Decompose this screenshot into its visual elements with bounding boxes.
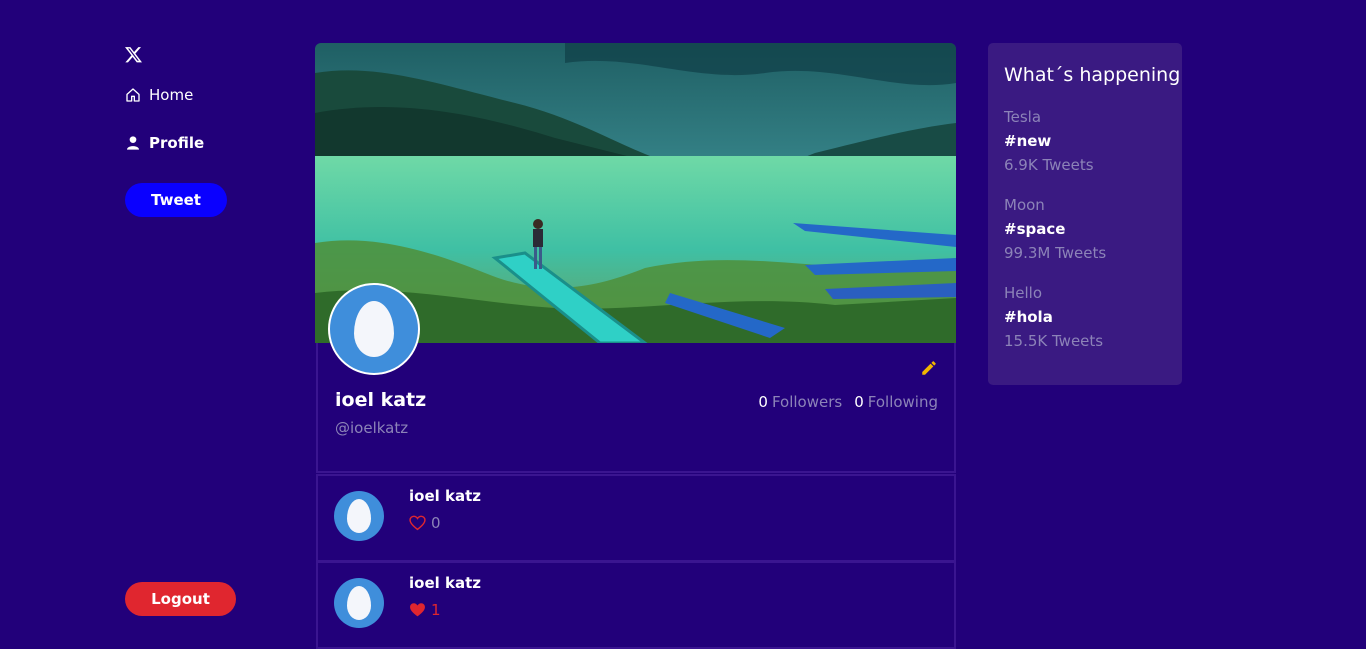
trend-topic: Hello xyxy=(1004,284,1043,302)
logout-button[interactable]: Logout xyxy=(125,582,236,616)
following-label[interactable]: Following xyxy=(868,393,938,411)
nav-profile[interactable]: Profile xyxy=(125,134,204,152)
follow-stats: 0 Followers 0 Following xyxy=(758,393,938,411)
trend-hashtag[interactable]: #hola xyxy=(1004,308,1103,326)
profile-card: ioel katz @ioelkatz 0 Followers 0 Follow… xyxy=(316,283,956,473)
trend-topic: Moon xyxy=(1004,196,1045,214)
egg-avatar-icon xyxy=(347,499,371,533)
followers-count: 0 xyxy=(758,393,768,411)
trend-tweet-count: 15.5K Tweets xyxy=(1004,332,1104,350)
nav-home-label: Home xyxy=(149,86,194,104)
trends-title: What´s happening xyxy=(1004,64,1181,86)
tweet-avatar xyxy=(334,578,384,628)
trend-hashtag[interactable]: #space xyxy=(1004,220,1106,238)
heart-outline-icon xyxy=(409,515,426,531)
tweet-avatar xyxy=(334,491,384,541)
trend-tweet-count: 6.9K Tweets xyxy=(1004,156,1094,174)
egg-avatar-icon xyxy=(354,301,394,357)
trend-hashtag[interactable]: #new xyxy=(1004,132,1094,150)
profile-avatar[interactable] xyxy=(328,283,420,375)
tweet-item[interactable]: ioel katz 0 xyxy=(316,474,956,562)
nav-home[interactable]: Home xyxy=(125,86,193,104)
followers-label[interactable]: Followers xyxy=(772,393,842,411)
like-button[interactable]: 0 xyxy=(409,514,441,532)
following-count: 0 xyxy=(854,393,864,411)
heart-filled-icon xyxy=(410,603,425,617)
profile-handle: @ioelkatz xyxy=(335,419,409,437)
x-logo-icon[interactable] xyxy=(125,46,142,63)
egg-avatar-icon xyxy=(347,586,371,620)
tweet-author: ioel katz xyxy=(409,487,481,505)
like-count: 0 xyxy=(431,514,441,532)
like-count: 1 xyxy=(431,601,441,619)
profile-name: ioel katz xyxy=(335,389,427,411)
trend-item[interactable]: Hello #hola 15.5K Tweets xyxy=(1004,284,1103,350)
trend-tweet-count: 99.3M Tweets xyxy=(1004,244,1107,262)
nav-profile-label: Profile xyxy=(149,134,205,152)
trends-panel: What´s happening Tesla #new 6.9K Tweets … xyxy=(988,43,1182,385)
pencil-icon[interactable] xyxy=(920,359,938,377)
like-button[interactable]: 1 xyxy=(409,601,441,619)
tweet-button[interactable]: Tweet xyxy=(125,183,227,217)
tweet-author: ioel katz xyxy=(409,574,481,592)
home-icon xyxy=(126,88,140,102)
trend-item[interactable]: Moon #space 99.3M Tweets xyxy=(1004,196,1106,262)
sidebar: Home Profile Tweet Logout xyxy=(125,0,285,631)
trend-item[interactable]: Tesla #new 6.9K Tweets xyxy=(1004,108,1094,174)
trend-topic: Tesla xyxy=(1004,108,1042,126)
profile-banner-image xyxy=(315,43,956,343)
user-icon xyxy=(127,136,139,150)
tweet-item[interactable]: ioel katz 1 xyxy=(316,561,956,649)
